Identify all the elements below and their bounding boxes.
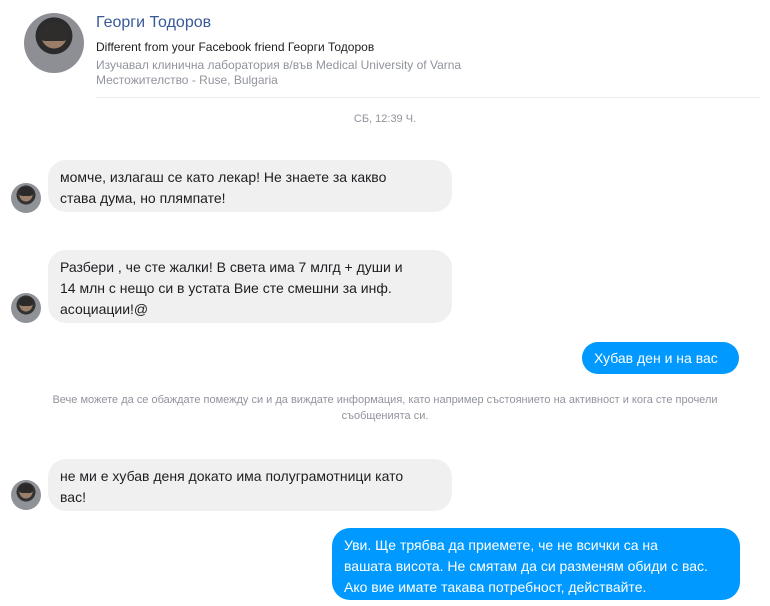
sender-avatar[interactable] bbox=[11, 480, 41, 510]
profile-name[interactable]: Георги Тодоров bbox=[96, 14, 211, 32]
profile-location: Местожителство - Ruse, Bulgaria bbox=[96, 73, 278, 87]
profile-education: Изучавал клинична лаборатория в/във Medi… bbox=[96, 58, 462, 72]
outgoing-message[interactable]: Хубав ден и на вас bbox=[582, 342, 739, 374]
incoming-message[interactable]: не ми е хубав деня докато има полуграмот… bbox=[48, 459, 452, 511]
sender-avatar[interactable] bbox=[11, 293, 41, 323]
profile-avatar[interactable] bbox=[24, 13, 84, 73]
sender-avatar[interactable] bbox=[11, 183, 41, 213]
incoming-message[interactable]: момче, излагаш се като лекар! Не знаете … bbox=[48, 160, 452, 212]
message-timestamp: СБ, 12:39 Ч. bbox=[353, 113, 417, 125]
header-divider bbox=[96, 97, 760, 98]
conversation-header: Георги Тодоров Different from your Faceb… bbox=[0, 0, 770, 98]
activity-notice: Вече можете да се обаждате помежду си и … bbox=[52, 394, 718, 422]
incoming-message[interactable]: Разбери , че сте жалки! В света има 7 мл… bbox=[48, 250, 452, 323]
outgoing-message[interactable]: Уви. Ще трябва да приемете, че не всички… bbox=[332, 528, 740, 600]
profile-friend-note: Different from your Facebook friend Геор… bbox=[96, 40, 375, 54]
